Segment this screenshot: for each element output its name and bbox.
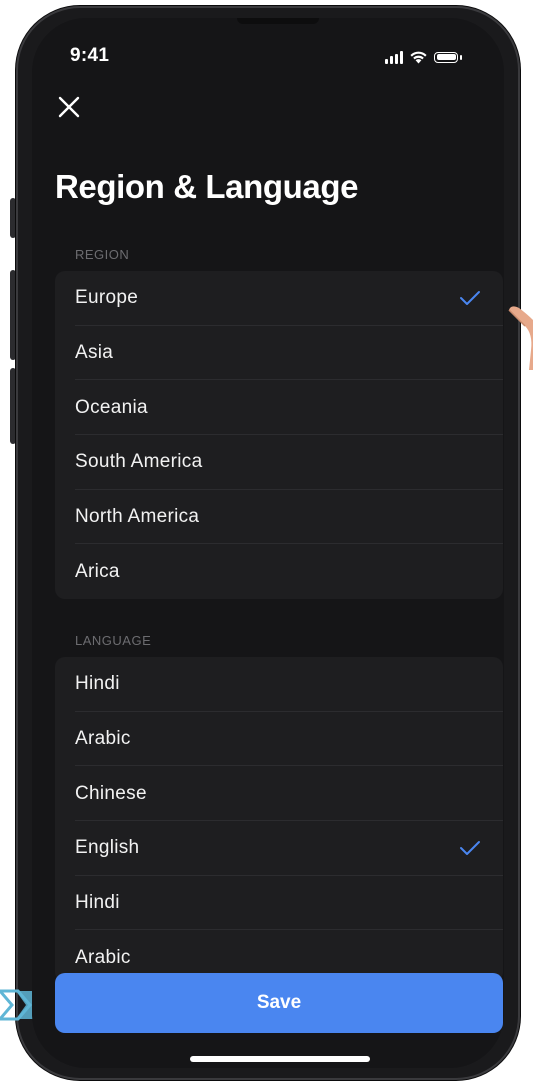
region-option-row[interactable]: Oceania (55, 380, 503, 436)
wifi-icon (410, 51, 427, 64)
language-option-label: English (75, 837, 140, 859)
region-option-label: South America (75, 451, 203, 473)
cellular-signal-icon (385, 50, 403, 64)
language-option-label: Chinese (75, 782, 147, 804)
region-option-label: Europe (75, 287, 139, 309)
language-option-row[interactable]: Hindi (55, 657, 503, 712)
language-section-header: LANGUAGE (75, 633, 152, 648)
region-option-row[interactable]: Arica (55, 544, 503, 599)
battery-tip (460, 54, 462, 60)
checkmark-icon (460, 841, 480, 856)
language-option-label: Arabic (75, 946, 131, 968)
language-option-label: Hindi (75, 673, 120, 695)
save-button[interactable]: Save (55, 973, 503, 1033)
close-icon[interactable] (56, 94, 82, 120)
language-option-row[interactable]: Arabic (55, 712, 503, 767)
checkmark-icon (460, 291, 480, 305)
region-option-label: Arica (75, 560, 120, 582)
region-option-label: North America (75, 506, 200, 528)
pointing-hand-icon (508, 306, 533, 370)
region-list: Europe Asia Oceania South America North Amer… (55, 271, 503, 600)
language-list: Hindi Arabic Chinese English Hindi Arabic (55, 657, 503, 982)
region-option-label: Oceania (75, 396, 148, 418)
region-option-row[interactable]: South America (55, 435, 503, 490)
home-indicator[interactable] (190, 1056, 370, 1062)
region-option-row[interactable]: North America (55, 490, 503, 545)
status-time: 9:41 (70, 45, 110, 66)
language-option-row[interactable]: Chinese (55, 766, 503, 822)
language-option-label: Hindi (75, 892, 120, 914)
page-title: Region & Language (55, 168, 359, 205)
language-option-row[interactable]: English (55, 821, 503, 876)
top-notch (237, 18, 319, 24)
language-option-row[interactable]: Hindi (55, 876, 503, 931)
region-option-row[interactable]: Asia (55, 326, 503, 381)
language-option-label: Arabic (75, 728, 131, 750)
region-section-header: REGION (75, 247, 130, 262)
battery-icon (434, 51, 458, 63)
status-icons (385, 50, 462, 64)
region-option-label: Asia (75, 342, 114, 364)
region-option-row[interactable]: Europe (55, 271, 503, 326)
